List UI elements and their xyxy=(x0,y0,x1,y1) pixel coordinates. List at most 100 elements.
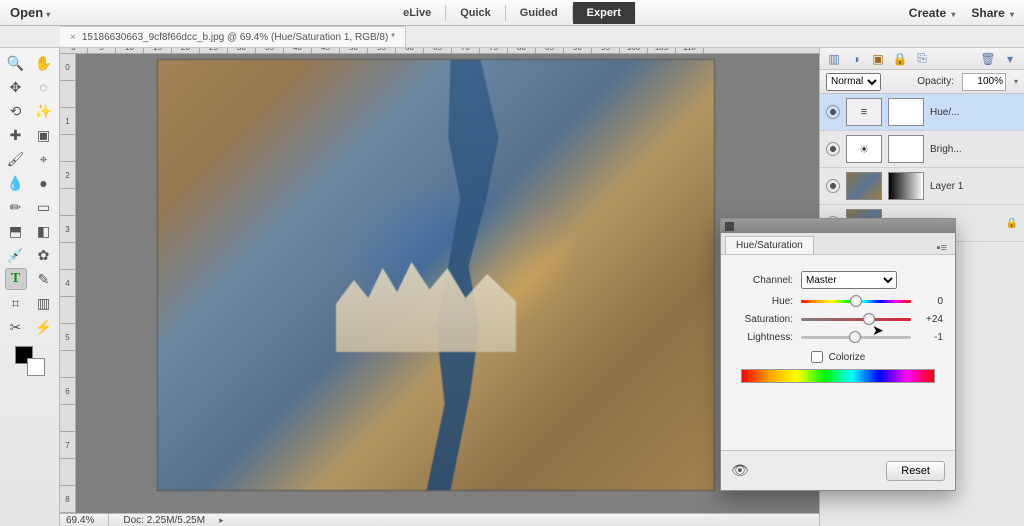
marquee-icon[interactable]: ◌ xyxy=(33,76,55,98)
blur-drop-icon[interactable]: 💧 xyxy=(5,172,27,194)
new-layer-icon[interactable]: ▥ xyxy=(826,51,842,67)
eraser-icon[interactable]: ▭ xyxy=(33,196,55,218)
blend-mode-select[interactable]: Normal xyxy=(826,73,881,91)
lock-icon[interactable]: 🔒 xyxy=(892,51,908,67)
doc-size-readout: Doc: 2.25M/5.25M xyxy=(123,515,205,526)
tab-elive[interactable]: eLive xyxy=(389,2,445,24)
lasso-icon[interactable]: ⟲ xyxy=(5,100,27,122)
trash-icon[interactable]: 🗑 xyxy=(980,51,996,67)
document-tab-title: 15186630663_9cf8f66dcc_b.jpg @ 69.4% (Hu… xyxy=(82,32,395,43)
channel-select[interactable]: Master xyxy=(801,271,897,289)
slice-icon[interactable]: ▥ xyxy=(33,292,55,314)
crop-alt-icon[interactable]: ▣ xyxy=(33,124,55,146)
hand-icon[interactable]: ✋ xyxy=(33,52,55,74)
document-tab[interactable]: × 15186630663_9cf8f66dcc_b.jpg @ 69.4% (… xyxy=(60,26,406,47)
visibility-toggle-icon[interactable] xyxy=(826,142,840,156)
bucket-icon[interactable]: ⬒ xyxy=(5,220,27,242)
mask-icon[interactable]: ▣ xyxy=(870,51,886,67)
chevron-right-icon[interactable]: ▸ xyxy=(219,515,224,526)
channel-label: Channel: xyxy=(733,275,793,286)
canvas-area: 0510152025303540455055606570758085909510… xyxy=(60,48,819,526)
panel-titlebar[interactable] xyxy=(721,219,955,233)
hue-strip-preview xyxy=(741,369,935,383)
foreground-background-swatch[interactable] xyxy=(15,346,45,376)
layer-row[interactable]: Layer 1 xyxy=(820,168,1024,205)
hue-value: 0 xyxy=(919,296,943,307)
close-icon[interactable] xyxy=(725,222,734,231)
panel-menu-icon[interactable]: ▪≡ xyxy=(933,242,951,254)
move-icon[interactable]: ✥ xyxy=(5,76,27,98)
share-menu[interactable]: Share ▾ xyxy=(971,6,1014,20)
zoom-icon[interactable]: 🔍 xyxy=(5,52,27,74)
hue-label: Hue: xyxy=(733,296,793,307)
ruler-vertical: 012345678 xyxy=(60,54,76,513)
bolt-icon[interactable]: ⚡ xyxy=(33,316,55,338)
create-label: Create xyxy=(909,6,946,20)
chevron-down-icon[interactable]: ▾ xyxy=(1014,77,1018,86)
lightness-slider[interactable] xyxy=(801,331,911,343)
preview-toggle-icon[interactable]: 👁 xyxy=(731,462,749,479)
layer-name: Brigh... xyxy=(930,144,962,155)
colorize-label: Colorize xyxy=(829,352,866,363)
colorize-checkbox[interactable] xyxy=(811,351,823,363)
eyedrop-icon[interactable]: 💉 xyxy=(5,244,27,266)
tab-expert[interactable]: Expert xyxy=(573,2,635,24)
opacity-field[interactable] xyxy=(962,73,1006,91)
tool-palette: 🔍 ✋ ✥ ◌ ⟲ ✨ ✚ ▣ 🖌 ⌖ 💧 ● ✏ ▭ ⬒ ◧ 💉 ✿ T ✎ ⌗ ▥ ✂ ⚡ xyxy=(0,48,60,526)
clone-icon[interactable]: ⌖ xyxy=(33,148,55,170)
layer-mask-thumb[interactable] xyxy=(888,135,924,163)
create-menu[interactable]: Create ▾ xyxy=(909,6,956,20)
crop-icon[interactable]: ⌗ xyxy=(5,292,27,314)
visibility-toggle-icon[interactable] xyxy=(826,179,840,193)
chevron-down-icon: ▾ xyxy=(1008,10,1014,19)
hs-panel-footer: 👁 Reset xyxy=(721,450,955,490)
hue-saturation-panel[interactable]: Hue/Saturation ▪≡ Channel: Master Hue: 0… xyxy=(720,218,956,491)
open-label: Open xyxy=(10,5,43,20)
sponge-icon[interactable]: ● xyxy=(33,172,55,194)
panel-menu-icon[interactable]: ▾ xyxy=(1002,51,1018,67)
close-icon[interactable]: × xyxy=(70,32,76,43)
divider xyxy=(108,514,109,526)
paint-icon[interactable]: ✏ xyxy=(5,196,27,218)
lightness-value: -1 xyxy=(919,332,943,343)
tab-quick[interactable]: Quick xyxy=(446,2,505,24)
share-label: Share xyxy=(971,6,1004,20)
panel-tab-row: Hue/Saturation ▪≡ xyxy=(721,233,955,255)
layer-thumb[interactable]: ☀ xyxy=(846,135,882,163)
saturation-slider[interactable] xyxy=(801,313,911,325)
gradient-icon[interactable]: ◧ xyxy=(33,220,55,242)
visibility-toggle-icon[interactable] xyxy=(826,105,840,119)
wand-icon[interactable]: ✨ xyxy=(33,100,55,122)
chevron-down-icon: ▾ xyxy=(46,10,50,19)
zoom-readout[interactable]: 69.4% xyxy=(66,515,94,526)
lightness-label: Lightness: xyxy=(733,332,793,343)
layer-name: Hue/... xyxy=(930,107,959,118)
canvas-image[interactable] xyxy=(158,60,714,490)
layer-mask-thumb[interactable] xyxy=(888,172,924,200)
reset-button[interactable]: Reset xyxy=(886,461,945,481)
adjustment-icon[interactable]: ◑ xyxy=(848,51,864,67)
open-menu[interactable]: Open▾ xyxy=(10,5,50,20)
layer-mask-thumb[interactable] xyxy=(888,98,924,126)
panel-icon-row: ▥ ◑ ▣ 🔒 ⎘ 🗑 ▾ xyxy=(820,48,1024,70)
canvas-viewport[interactable] xyxy=(76,54,819,513)
cursor-icon: ➤ xyxy=(872,322,884,339)
layer-row[interactable]: ≡ Hue/... xyxy=(820,94,1024,131)
brush-icon[interactable]: 🖌 xyxy=(5,148,27,170)
type-icon[interactable]: T xyxy=(5,268,27,290)
mode-tabs: eLive Quick Guided Expert xyxy=(389,2,635,24)
shape-icon[interactable]: ✿ xyxy=(33,244,55,266)
lock-icon: 🔒 xyxy=(1006,218,1018,229)
chevron-down-icon: ▾ xyxy=(949,10,955,19)
hue-slider[interactable] xyxy=(801,295,911,307)
pen-icon[interactable]: ✎ xyxy=(33,268,55,290)
blend-opacity-row: Normal Opacity: ▾ xyxy=(820,70,1024,94)
panel-tab-hs[interactable]: Hue/Saturation xyxy=(725,236,814,254)
spot-icon[interactable]: ✚ xyxy=(5,124,27,146)
layer-thumb[interactable]: ≡ xyxy=(846,98,882,126)
tab-guided[interactable]: Guided xyxy=(506,2,572,24)
layer-row[interactable]: ☀ Brigh... xyxy=(820,131,1024,168)
layer-thumb[interactable] xyxy=(846,172,882,200)
repair-icon[interactable]: ✂ xyxy=(5,316,27,338)
link-icon[interactable]: ⎘ xyxy=(914,51,930,67)
